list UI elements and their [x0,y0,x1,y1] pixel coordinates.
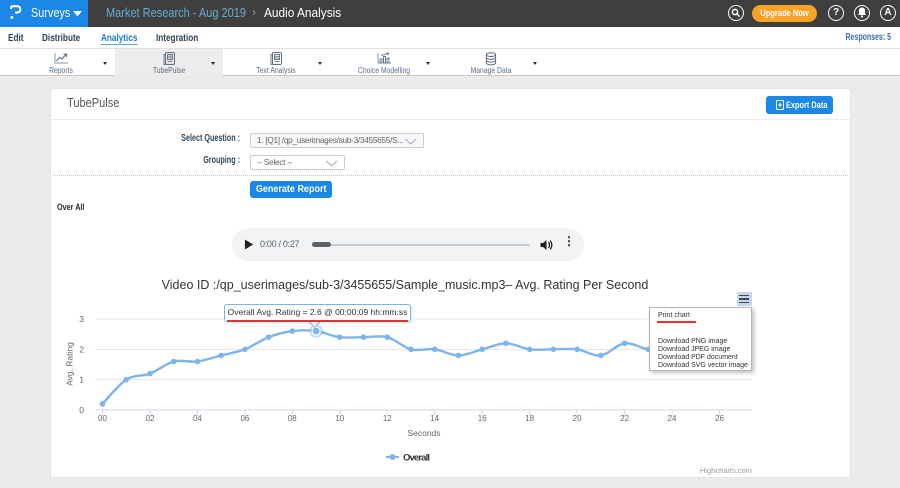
svg-text:Seconds: Seconds [407,428,440,438]
svg-text:02: 02 [146,414,155,423]
svg-text:24: 24 [668,414,677,423]
svg-text:Highcharts.com: Highcharts.com [700,466,752,475]
svg-text:2: 2 [79,345,84,355]
svg-text:18: 18 [525,414,534,423]
svg-text:10: 10 [335,414,344,423]
svg-text:08: 08 [288,414,297,423]
svg-text:14: 14 [430,414,439,423]
svg-text:26: 26 [715,414,724,423]
svg-text:12: 12 [383,414,392,423]
svg-text:22: 22 [620,414,629,423]
svg-text:06: 06 [240,414,249,423]
svg-text:20: 20 [573,414,582,423]
svg-text:Overall: Overall [403,453,430,464]
svg-text:16: 16 [478,414,487,423]
svg-text:Video ID :/qp_userimages/sub-3: Video ID :/qp_userimages/sub-3/3455655/S… [162,278,649,292]
svg-text:Avg. Rating: Avg. Rating [65,342,75,386]
svg-text:3: 3 [79,314,84,324]
svg-text:00: 00 [98,414,107,423]
svg-text:04: 04 [193,414,202,423]
svg-text:0: 0 [79,405,84,415]
svg-text:1: 1 [79,375,84,385]
